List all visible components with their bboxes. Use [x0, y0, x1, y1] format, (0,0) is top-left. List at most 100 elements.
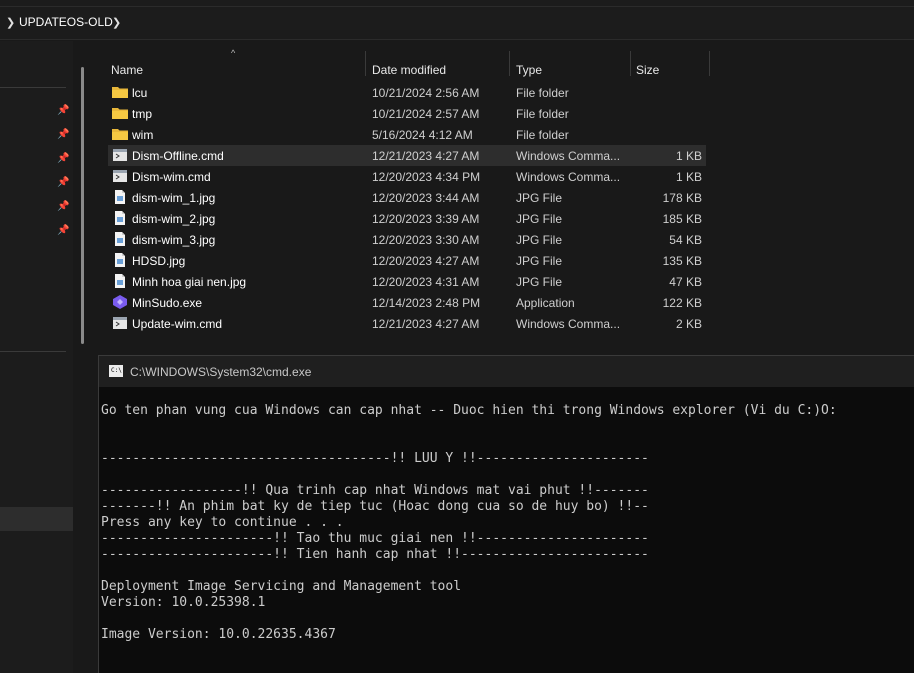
- exe-file-icon: [112, 295, 128, 309]
- file-name: tmp: [132, 107, 153, 121]
- nav-scrollbar[interactable]: [81, 67, 84, 344]
- column-header-type[interactable]: Type: [516, 63, 542, 77]
- top-divider: [0, 6, 914, 7]
- file-row[interactable]: MinSudo.exe 12/14/2023 2:48 PM Application…: [108, 292, 706, 313]
- file-size: 47 KB: [669, 275, 702, 289]
- breadcrumb-item-updateos-old[interactable]: UPDATEOS-OLD: [19, 15, 113, 29]
- console-line: ------------------!! Qua trinh cap nhat …: [101, 483, 649, 498]
- file-date-modified: 12/20/2023 4:27 AM: [372, 254, 480, 268]
- sort-ascending-icon: ^: [231, 48, 236, 58]
- cmd-file-icon: [112, 169, 128, 183]
- pin-icon[interactable]: 📌: [57, 225, 69, 237]
- file-size: 122 KB: [662, 296, 702, 310]
- pin-icon[interactable]: 📌: [57, 129, 69, 141]
- file-type: File folder: [516, 86, 569, 100]
- file-date-modified: 10/21/2024 2:57 AM: [372, 107, 480, 121]
- file-date-modified: 5/16/2024 4:12 AM: [372, 128, 473, 142]
- column-divider[interactable]: [365, 51, 366, 76]
- pin-icon[interactable]: 📌: [57, 153, 69, 165]
- console-line: -------------------------------------!! …: [101, 451, 649, 466]
- file-name: dism-wim_2.jpg: [132, 212, 216, 226]
- console-line: Press any key to continue . . .: [101, 515, 344, 530]
- file-row[interactable]: tmp 10/21/2024 2:57 AM File folder: [108, 103, 706, 124]
- file-type: File folder: [516, 128, 569, 142]
- folder-icon: [112, 127, 128, 141]
- file-date-modified: 12/20/2023 4:31 AM: [372, 275, 480, 289]
- nav-divider: [0, 351, 66, 352]
- file-name: Dism-Offline.cmd: [132, 149, 224, 163]
- file-date-modified: 12/20/2023 3:39 AM: [372, 212, 480, 226]
- folder-icon: [112, 85, 128, 99]
- file-row[interactable]: Update-wim.cmd 12/21/2023 4:27 AM Windows …: [108, 313, 706, 334]
- console-line: Version: 10.0.25398.1: [101, 595, 266, 610]
- cmd-app-icon: [109, 365, 123, 377]
- nav-item-selected[interactable]: [0, 507, 73, 531]
- pin-icon[interactable]: 📌: [57, 177, 69, 189]
- address-bar: ❯ UPDATEOS-OLD ❯: [0, 0, 914, 40]
- file-row[interactable]: Dism-wim.cmd 12/20/2023 4:34 PM Windows Co…: [108, 166, 706, 187]
- console-line: ----------------------!! Tien hanh cap n…: [101, 547, 649, 562]
- pin-icon[interactable]: 📌: [57, 105, 69, 117]
- column-divider[interactable]: [509, 51, 510, 76]
- file-size: 178 KB: [662, 191, 702, 205]
- file-name: lcu: [132, 86, 148, 100]
- console-line: -------!! An phim bat ky de tiep tuc (Ho…: [101, 499, 649, 514]
- chevron-right-icon[interactable]: ❯: [6, 16, 15, 29]
- file-row[interactable]: lcu 10/21/2024 2:56 AM File folder: [108, 82, 706, 103]
- file-size: 1 KB: [675, 170, 702, 184]
- cmd-titlebar[interactable]: C:\WINDOWS\System32\cmd.exe: [99, 356, 914, 387]
- file-type: Windows Comma...: [516, 170, 621, 184]
- file-date-modified: 12/14/2023 2:48 PM: [372, 296, 481, 310]
- file-row[interactable]: HDSD.jpg 12/20/2023 4:27 AM JPG File 135 KB: [108, 250, 706, 271]
- file-row[interactable]: dism-wim_1.jpg 12/20/2023 3:44 AM JPG File…: [108, 187, 706, 208]
- nav-divider: [0, 87, 66, 88]
- folder-icon: [112, 106, 128, 120]
- file-size: 2 KB: [675, 317, 702, 331]
- file-name: HDSD.jpg: [132, 254, 186, 268]
- file-size: 185 KB: [662, 212, 702, 226]
- file-name: Dism-wim.cmd: [132, 170, 211, 184]
- jpg-file-icon: [112, 190, 128, 204]
- file-size: 54 KB: [669, 233, 702, 247]
- column-header-size[interactable]: Size: [636, 63, 659, 77]
- file-date-modified: 12/20/2023 4:34 PM: [372, 170, 481, 184]
- file-type: JPG File: [516, 212, 563, 226]
- column-divider[interactable]: [630, 51, 631, 76]
- cmd-file-icon: [112, 148, 128, 162]
- file-name: wim: [132, 128, 154, 142]
- jpg-file-icon: [112, 274, 128, 288]
- cmd-file-icon: [112, 316, 128, 330]
- console-output[interactable]: Go ten phan vung cua Windows can cap nha…: [101, 403, 837, 643]
- file-type: JPG File: [516, 254, 563, 268]
- column-header-name[interactable]: Name: [111, 63, 143, 77]
- file-type: Application: [516, 296, 575, 310]
- file-date-modified: 12/20/2023 3:30 AM: [372, 233, 480, 247]
- file-type: JPG File: [516, 233, 563, 247]
- file-name: Minh hoa giai nen.jpg: [132, 275, 247, 289]
- cmd-window[interactable]: C:\WINDOWS\System32\cmd.exe Go ten phan …: [98, 355, 914, 673]
- chevron-right-icon[interactable]: ❯: [112, 16, 121, 29]
- file-row[interactable]: Dism-Offline.cmd 12/21/2023 4:27 AM Window…: [108, 145, 706, 166]
- jpg-file-icon: [112, 211, 128, 225]
- file-date-modified: 12/21/2023 4:27 AM: [372, 149, 480, 163]
- file-row[interactable]: Minh hoa giai nen.jpg 12/20/2023 4:31 AM J…: [108, 271, 706, 292]
- file-row[interactable]: dism-wim_3.jpg 12/20/2023 3:30 AM JPG File…: [108, 229, 706, 250]
- navigation-pane: 📌 📌 📌 📌 📌 📌: [0, 41, 73, 673]
- file-type: JPG File: [516, 275, 563, 289]
- file-name: dism-wim_1.jpg: [132, 191, 216, 205]
- file-size: 135 KB: [662, 254, 702, 268]
- cmd-window-title: C:\WINDOWS\System32\cmd.exe: [130, 365, 312, 379]
- file-row[interactable]: dism-wim_2.jpg 12/20/2023 3:39 AM JPG File…: [108, 208, 706, 229]
- pin-icon[interactable]: 📌: [57, 201, 69, 213]
- file-date-modified: 12/21/2023 4:27 AM: [372, 317, 480, 331]
- file-name: MinSudo.exe: [132, 296, 203, 310]
- file-row[interactable]: wim 5/16/2024 4:12 AM File folder: [108, 124, 706, 145]
- column-divider[interactable]: [709, 51, 710, 76]
- column-header-date[interactable]: Date modified: [372, 63, 446, 77]
- file-name: Update-wim.cmd: [132, 317, 223, 331]
